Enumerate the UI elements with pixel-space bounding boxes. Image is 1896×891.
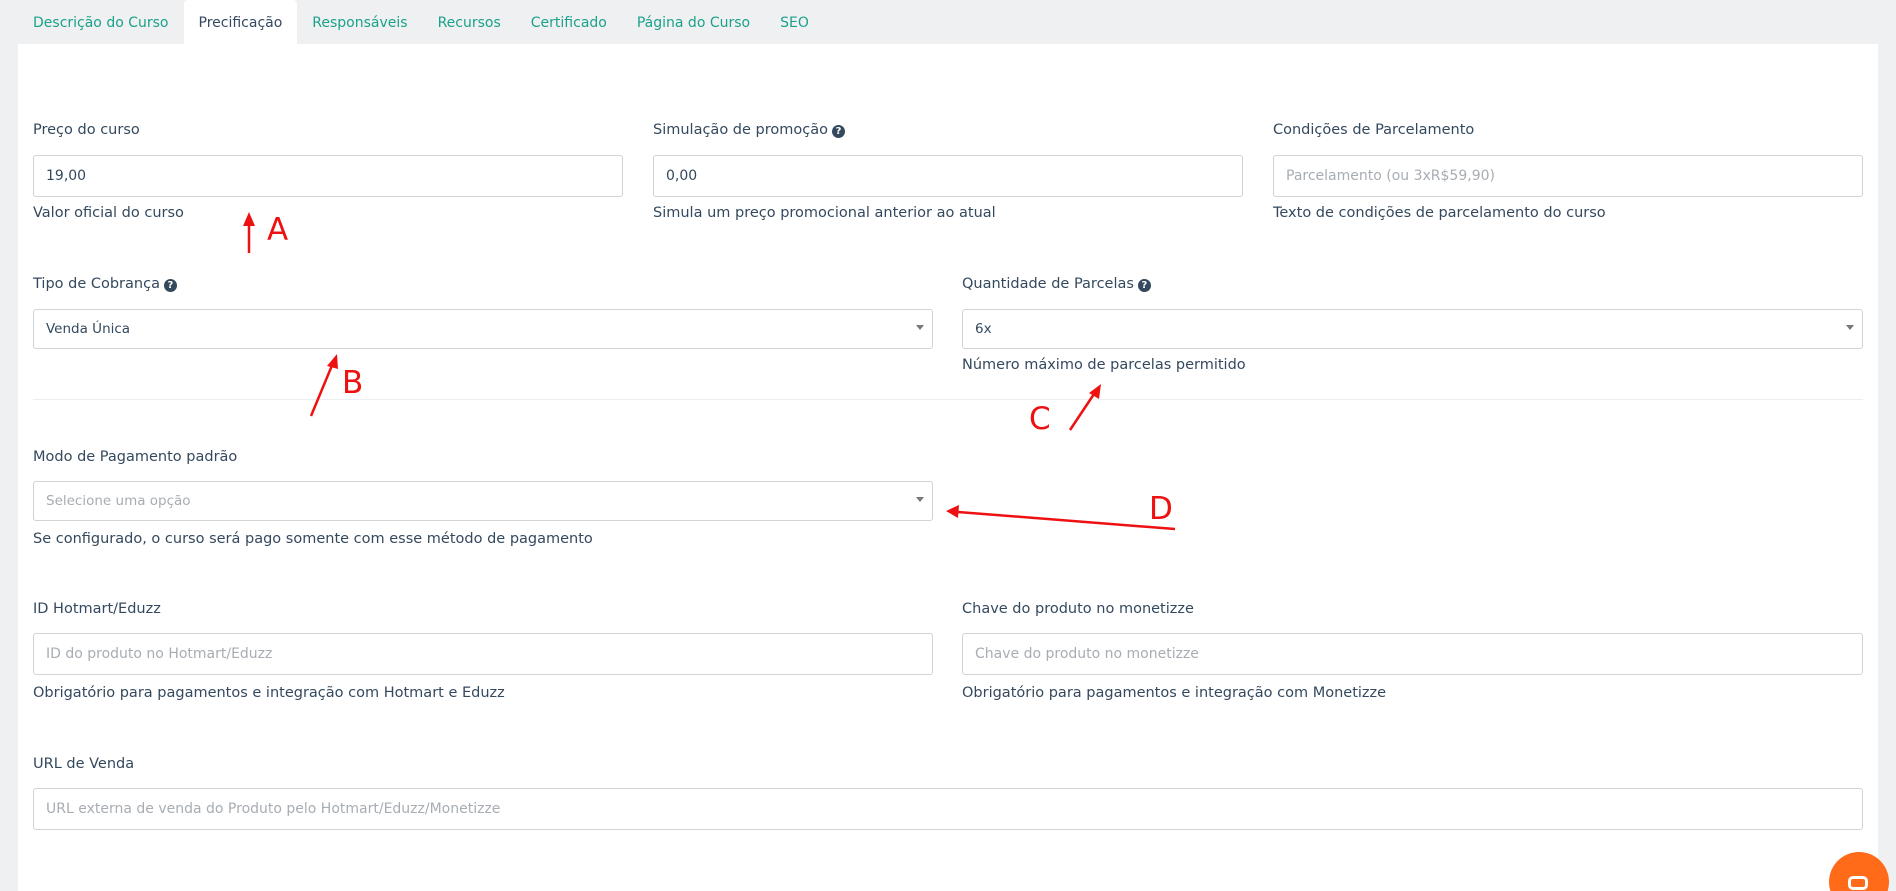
condicoes-input[interactable] (1273, 155, 1863, 197)
tab-pagina-do-curso[interactable]: Página do Curso (622, 0, 765, 44)
simulacao-help: Simula um preço promocional anterior ao … (653, 205, 996, 221)
simulacao-label: Simulação de promoção (653, 122, 828, 138)
modo-pagamento-placeholder: Selecione uma opção (46, 493, 191, 509)
preco-input[interactable] (33, 155, 623, 197)
tipo-cobranca-label-wrap: Tipo de Cobrança? (33, 276, 177, 292)
annotation-b: B (342, 365, 364, 401)
section-divider (33, 399, 1863, 400)
id-hotmart-help: Obrigatório para pagamentos e integração… (33, 685, 505, 701)
tab-precificacao[interactable]: Precificação (183, 0, 298, 44)
url-venda-input[interactable] (33, 788, 1863, 830)
modo-pagamento-help: Se configurado, o curso será pago soment… (33, 531, 593, 547)
quantidade-parcelas-label: Quantidade de Parcelas (962, 276, 1134, 292)
simulacao-input[interactable] (653, 155, 1243, 197)
tab-bar: Descrição do Curso Precificação Responsá… (18, 0, 824, 44)
tab-recursos[interactable]: Recursos (423, 0, 516, 44)
tab-responsaveis[interactable]: Responsáveis (297, 0, 422, 44)
chave-monetizze-label: Chave do produto no monetizze (962, 601, 1194, 617)
modo-pagamento-select[interactable]: Selecione uma opção (33, 481, 933, 521)
tab-seo[interactable]: SEO (765, 0, 824, 44)
quantidade-parcelas-select[interactable]: 6x (962, 309, 1863, 349)
url-venda-label: URL de Venda (33, 756, 135, 772)
annotation-d: D (1149, 491, 1173, 527)
simulacao-label-wrap: Simulação de promoção? (653, 122, 845, 138)
caret-down-icon (916, 325, 924, 330)
quantidade-parcelas-value: 6x (975, 321, 992, 337)
chave-monetizze-input[interactable] (962, 633, 1863, 675)
modo-pagamento-label: Modo de Pagamento padrão (33, 449, 238, 465)
quantidade-parcelas-help: Número máximo de parcelas permitido (962, 357, 1246, 373)
caret-down-icon (1846, 325, 1854, 330)
caret-down-icon (916, 497, 924, 502)
tab-certificado[interactable]: Certificado (516, 0, 622, 44)
tipo-cobranca-value: Venda Única (46, 321, 131, 337)
preco-label: Preço do curso (33, 122, 140, 138)
question-circle-icon[interactable]: ? (163, 279, 177, 292)
condicoes-label: Condições de Parcelamento (1273, 122, 1475, 138)
tab-descricao[interactable]: Descrição do Curso (18, 0, 184, 44)
condicoes-help: Texto de condições de parcelamento do cu… (1273, 205, 1606, 221)
id-hotmart-label: ID Hotmart/Eduzz (33, 601, 161, 617)
annotation-c: C (1029, 401, 1051, 437)
question-circle-icon[interactable]: ? (831, 125, 845, 138)
quantidade-parcelas-label-wrap: Quantidade de Parcelas? (962, 276, 1151, 292)
question-circle-icon[interactable]: ? (1137, 279, 1151, 292)
id-hotmart-input[interactable] (33, 633, 933, 675)
tipo-cobranca-label: Tipo de Cobrança (33, 276, 160, 292)
preco-help: Valor oficial do curso (33, 205, 184, 221)
tipo-cobranca-select[interactable]: Venda Única (33, 309, 933, 349)
annotation-a: A (267, 212, 289, 248)
chave-monetizze-help: Obrigatório para pagamentos e integração… (962, 685, 1387, 701)
chat-icon (1848, 876, 1868, 890)
